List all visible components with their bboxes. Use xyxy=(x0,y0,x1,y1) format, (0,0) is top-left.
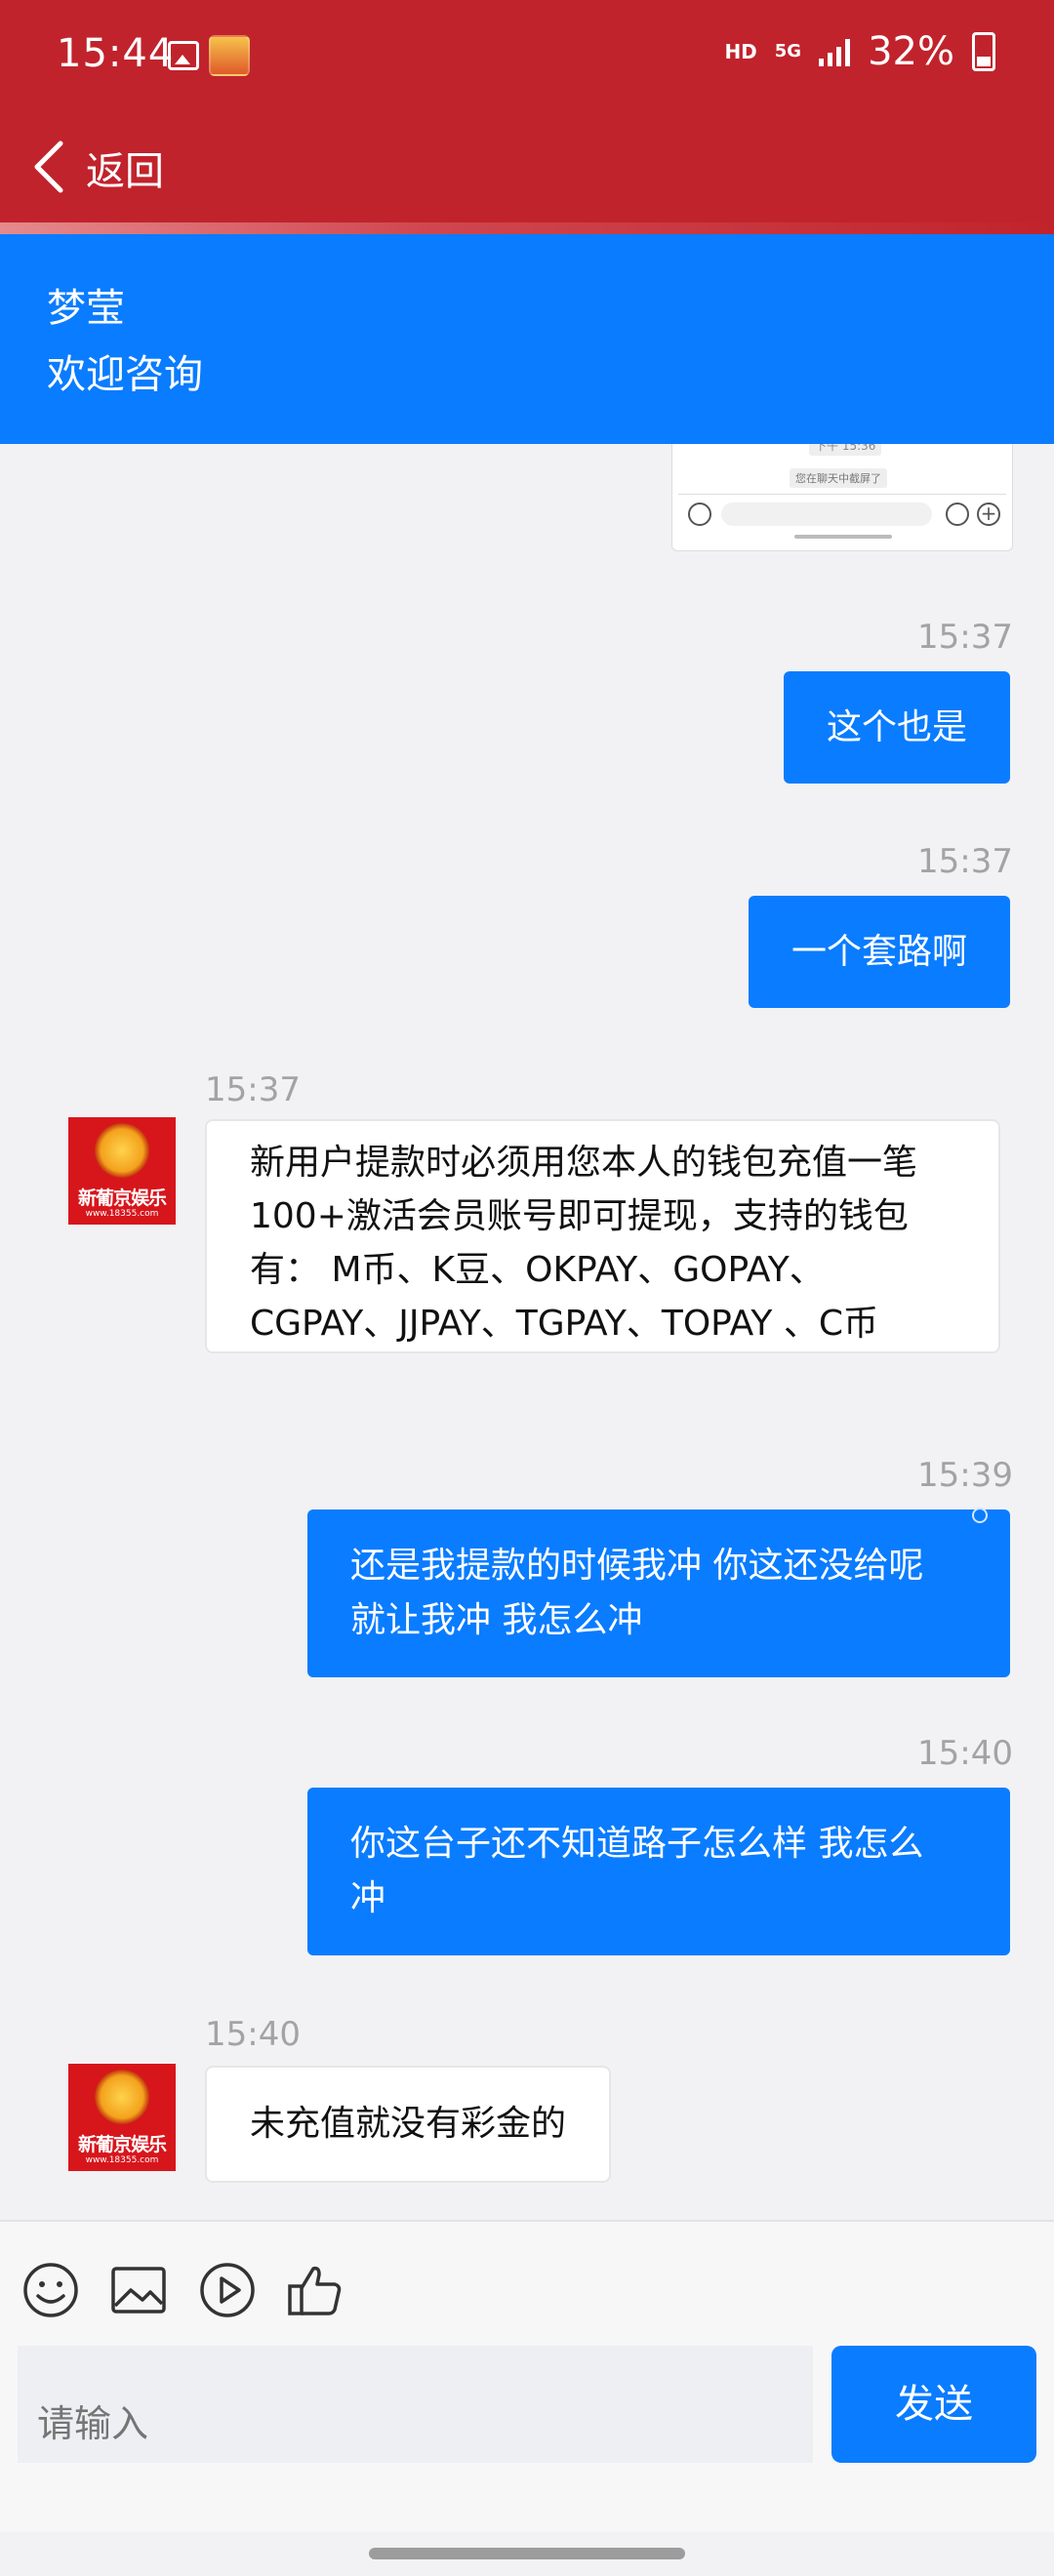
outgoing-message[interactable]: 这个也是 xyxy=(783,671,1010,784)
agent-name: 梦莹 xyxy=(47,286,125,331)
outgoing-message[interactable]: 还是我提款的时候我冲 你这还没给呢 就让我冲 我怎么冲 xyxy=(307,1509,1010,1677)
message-timestamp: 15:37 xyxy=(205,1070,301,1109)
app-notification-icon xyxy=(209,35,250,76)
send-button[interactable]: 发送 xyxy=(831,2346,1036,2463)
avatar[interactable]: 新葡京娱乐 www.18355.com xyxy=(68,2064,176,2171)
emoji-icon xyxy=(946,503,969,526)
lotus-logo-icon xyxy=(95,1123,149,1178)
image-icon[interactable] xyxy=(109,2261,168,2319)
thumb-handle xyxy=(794,535,892,539)
avatar[interactable]: 新葡京娱乐 www.18355.com xyxy=(68,1117,176,1225)
status-time: 15:44 xyxy=(57,31,175,76)
message-line: 冲 xyxy=(350,1878,386,1918)
message-line: CGPAY、JJPAY、TGPAY、TOPAY 、C币 xyxy=(250,1304,878,1344)
avatar-text: 新葡京娱乐 xyxy=(77,1187,167,1209)
thumb-timestamp: 下午 15:36 xyxy=(809,444,882,456)
home-indicator[interactable] xyxy=(369,2548,685,2559)
battery-percent: 32% xyxy=(868,29,954,74)
network-5g-label: 5G xyxy=(774,41,802,61)
agent-header: 梦莹 欢迎咨询 xyxy=(0,234,1054,444)
status-right: HD 5G 32% xyxy=(724,29,995,74)
avatar-url: www.18355.com xyxy=(85,1209,159,1219)
read-status-icon xyxy=(972,1508,988,1523)
message-timestamp: 15:40 xyxy=(917,1734,1013,1773)
incoming-message[interactable]: 新用户提款时必须用您本人的钱包充值一笔 100+激活会员账号即可提现，支持的钱包… xyxy=(205,1119,1000,1353)
message-line: 100+激活会员账号即可提现，支持的钱包 xyxy=(250,1196,909,1236)
incoming-message[interactable]: 未充值就没有彩金的 xyxy=(205,2066,612,2183)
thumb-input-bar: + xyxy=(678,494,1006,531)
thumb-note: 您在聊天中截屏了 xyxy=(790,468,887,488)
outgoing-message[interactable]: 一个套路啊 xyxy=(748,896,1010,1008)
plus-icon: + xyxy=(977,503,1000,526)
message-line: 还是我提款的时候我冲 你这还没给呢 xyxy=(350,1546,924,1586)
voice-icon xyxy=(688,503,711,526)
avatar-url: www.18355.com xyxy=(85,2155,159,2165)
message-timestamp: 15:37 xyxy=(917,842,1013,881)
message-timestamp: 15:39 xyxy=(917,1456,1013,1495)
video-icon[interactable] xyxy=(198,2261,257,2319)
outgoing-message[interactable]: 你这台子还不知道路子怎么样 我怎么 冲 xyxy=(307,1788,1010,1955)
back-arrow-icon[interactable] xyxy=(29,138,68,196)
message-timestamp: 15:40 xyxy=(205,2015,301,2054)
thumbs-up-icon[interactable] xyxy=(286,2261,345,2319)
signal-icon xyxy=(819,37,851,66)
message-input[interactable] xyxy=(18,2346,813,2463)
back-button[interactable]: 返回 xyxy=(86,140,164,196)
message-line: 你这台子还不知道路子怎么样 我怎么 xyxy=(350,1824,924,1864)
message-timestamp: 15:37 xyxy=(917,618,1013,657)
image-message[interactable]: 下午 15:36 您在聊天中截屏了 + xyxy=(671,444,1013,551)
message-line: 有： M币、K豆、OKPAY、GOPAY、 xyxy=(250,1250,825,1290)
battery-icon xyxy=(972,32,995,71)
message-line: 就让我冲 我怎么冲 xyxy=(350,1600,643,1640)
chat-area[interactable]: 下午 15:36 您在聊天中截屏了 + 15:37 这个也是 15:37 一个套… xyxy=(0,444,1054,2220)
hd-label: HD xyxy=(724,40,757,63)
gallery-icon xyxy=(168,41,199,70)
message-line: 新用户提款时必须用您本人的钱包充值一笔 xyxy=(250,1143,918,1183)
nav-bar: 返回 xyxy=(0,112,1054,234)
agent-subtitle: 欢迎咨询 xyxy=(47,352,203,397)
thumb-input xyxy=(721,503,932,526)
lotus-logo-icon xyxy=(95,2070,149,2124)
composer: 发送 xyxy=(0,2220,1054,2532)
avatar-text: 新葡京娱乐 xyxy=(77,2134,167,2155)
status-bar: 15:44 HD 5G 32% xyxy=(0,0,1054,112)
emoji-icon[interactable] xyxy=(21,2261,80,2319)
